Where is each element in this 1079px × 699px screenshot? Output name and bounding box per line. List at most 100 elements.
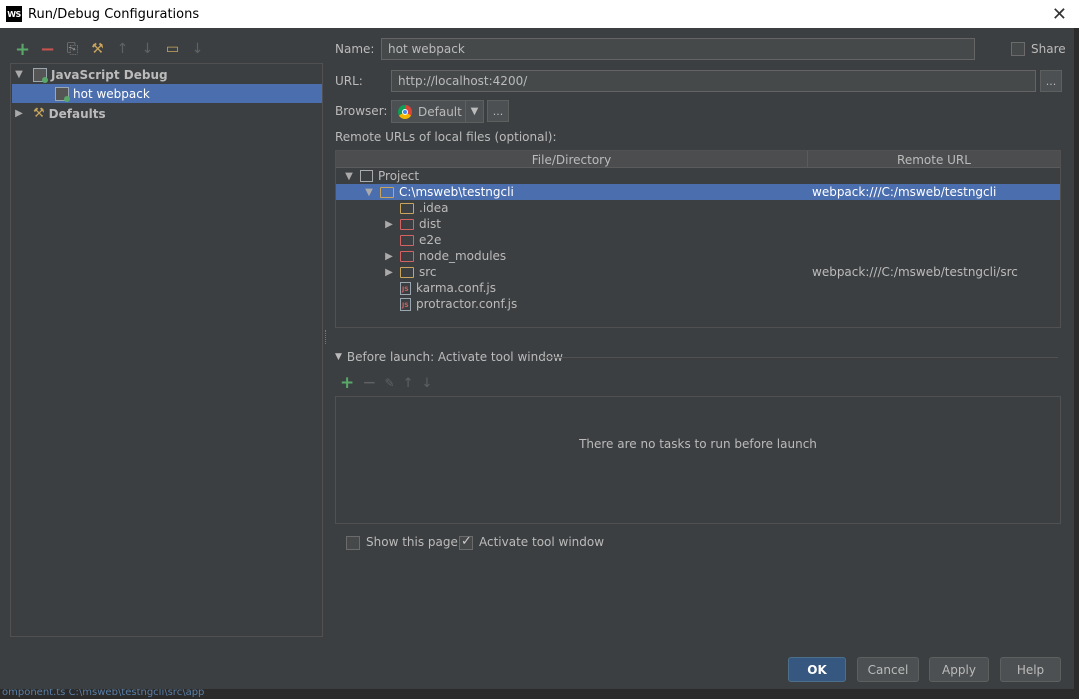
show-page-checkbox[interactable]	[346, 536, 360, 550]
tree-group-javascript-debug[interactable]: ▼ JavaScript Debug	[13, 65, 322, 84]
config-toolbar: + − ⎘ ⚒ ↑ ↓ ▭ ↓	[12, 39, 208, 60]
url-label: URL:	[335, 74, 363, 88]
url-field[interactable]: http://localhost:4200/	[391, 70, 1036, 92]
file-cell: ▼ C:\msweb\testngcli	[362, 184, 514, 200]
column-header-file[interactable]: File/Directory	[336, 151, 808, 168]
js-debug-config-icon	[33, 67, 48, 83]
expand-arrow-icon[interactable]: ▼	[13, 69, 25, 80]
file-cell: protractor.conf.js	[382, 296, 517, 312]
expand-arrow-icon[interactable]: ▶	[382, 219, 396, 230]
add-icon[interactable]: +	[12, 39, 33, 60]
add-task-icon[interactable]: +	[340, 373, 354, 393]
divider	[540, 357, 1058, 358]
sort-icon[interactable]: ↓	[187, 40, 208, 58]
background-strip	[1074, 28, 1079, 699]
folder-icon[interactable]: ▭	[162, 40, 183, 58]
table-row[interactable]: ▼ Project	[336, 168, 1060, 184]
edit-defaults-icon[interactable]: ⚒	[87, 40, 108, 58]
tree-group-label: JavaScript Debug	[51, 67, 168, 82]
remove-icon[interactable]: −	[37, 39, 58, 60]
file-name: .idea	[419, 201, 449, 215]
chevron-down-icon[interactable]: ▼	[465, 101, 483, 122]
before-launch-task-list[interactable]: There are no tasks to run before launch	[335, 396, 1061, 524]
folder-icon	[400, 266, 414, 278]
background-statusbar: omponent.ts C:\msweb\testngcli\src\app	[0, 689, 1079, 699]
expand-arrow-icon[interactable]: ▼	[342, 171, 356, 182]
file-cell: ▶ node_modules	[382, 248, 506, 264]
remote-urls-label: Remote URLs of local files (optional):	[335, 130, 557, 144]
file-cell: e2e	[382, 232, 441, 248]
apply-button[interactable]: Apply	[929, 657, 989, 682]
ok-button[interactable]: OK	[788, 657, 846, 682]
share-checkbox[interactable]	[1011, 42, 1025, 56]
tree-group-defaults[interactable]: ▶ ⚒ Defaults	[13, 104, 322, 123]
chrome-icon	[398, 104, 412, 119]
expand-arrow-icon[interactable]: ▶	[13, 108, 25, 119]
browser-more-button[interactable]: ...	[487, 100, 509, 122]
file-cell: ▶ dist	[382, 216, 441, 232]
file-cell: karma.conf.js	[382, 280, 496, 296]
name-label: Name:	[335, 42, 375, 56]
table-row[interactable]: ▶ src webpack:///C:/msweb/testngcli/src	[336, 264, 1060, 280]
url-browse-button[interactable]: ...	[1040, 70, 1062, 92]
before-launch-toolbar: + − ✎ ↑ ↓	[340, 373, 432, 393]
expand-arrow-icon[interactable]: ▶	[382, 251, 396, 262]
file-name: C:\msweb\testngcli	[399, 185, 514, 199]
table-row[interactable]: karma.conf.js	[336, 280, 1060, 296]
splitter-handle[interactable]	[325, 330, 328, 344]
file-cell: .idea	[382, 200, 449, 216]
js-file-icon	[400, 281, 411, 295]
share-label: Share	[1031, 42, 1066, 56]
remote-url-cell[interactable]: webpack:///C:/msweb/testngcli/src	[812, 265, 1018, 279]
window-title: Run/Debug Configurations	[28, 6, 200, 22]
table-row[interactable]: e2e	[336, 232, 1060, 248]
file-name: karma.conf.js	[416, 281, 496, 295]
column-header-remote[interactable]: Remote URL	[808, 151, 1060, 168]
tree-item-label: hot webpack	[73, 86, 150, 101]
browser-label: Browser:	[335, 104, 388, 118]
folder-icon	[380, 186, 394, 198]
move-task-up-icon[interactable]: ↑	[403, 376, 414, 391]
table-row[interactable]: ▼ C:\msweb\testngcli webpack:///C:/msweb/t…	[336, 184, 1060, 200]
config-tree[interactable]: ▼ JavaScript Debug hot webpack ▶ ⚒ Defau…	[10, 63, 323, 637]
before-launch-header[interactable]: ▼ Before launch: Activate tool window	[335, 350, 563, 364]
copy-icon[interactable]: ⎘	[62, 40, 83, 58]
table-row[interactable]: protractor.conf.js	[336, 296, 1060, 312]
move-up-icon[interactable]: ↑	[112, 40, 133, 58]
file-name: Project	[378, 169, 420, 183]
help-button[interactable]: Help	[1000, 657, 1061, 682]
statusbar-text: omponent.ts C:\msweb\testngcli\src\app	[2, 689, 205, 698]
move-task-down-icon[interactable]: ↓	[421, 376, 432, 391]
tree-group-label: Defaults	[48, 106, 106, 121]
table-row[interactable]: .idea	[336, 200, 1060, 216]
activate-tool-window-checkbox[interactable]	[459, 534, 473, 550]
excluded-folder-icon	[400, 218, 414, 230]
remove-task-icon[interactable]: −	[362, 373, 376, 393]
js-file-icon	[400, 297, 411, 311]
tree-item-hot-webpack[interactable]: hot webpack	[12, 84, 322, 103]
edit-task-icon[interactable]: ✎	[385, 376, 395, 390]
show-page-label: Show this page	[366, 535, 458, 549]
table-row[interactable]: ▶ node_modules	[336, 248, 1060, 264]
file-name: src	[419, 265, 437, 279]
remote-url-cell[interactable]: webpack:///C:/msweb/testngcli	[812, 185, 996, 199]
expand-arrow-icon[interactable]: ▶	[382, 267, 396, 278]
table-header: File/Directory Remote URL	[336, 151, 1060, 168]
table-row[interactable]: ▶ dist	[336, 216, 1060, 232]
empty-tasks-message: There are no tasks to run before launch	[579, 437, 817, 451]
file-name: node_modules	[419, 249, 507, 263]
activate-tool-window-label: Activate tool window	[479, 535, 605, 549]
title-bar: WS Run/Debug Configurations ✕	[0, 0, 1079, 28]
browser-select[interactable]: Default ▼	[391, 100, 484, 123]
remote-url-table[interactable]: File/Directory Remote URL ▼ Project ▼ C:\ms…	[335, 150, 1061, 328]
browser-select-value: Default	[418, 104, 462, 119]
name-field[interactable]: hot webpack	[381, 38, 975, 60]
before-launch-title: Before launch: Activate tool window	[346, 350, 563, 364]
move-down-icon[interactable]: ↓	[137, 40, 158, 58]
file-cell: ▼ Project	[342, 168, 419, 184]
close-icon[interactable]: ✕	[1052, 4, 1067, 25]
file-cell: ▶ src	[382, 264, 437, 280]
collapse-arrow-icon[interactable]: ▼	[335, 352, 342, 362]
expand-arrow-icon[interactable]: ▼	[362, 187, 376, 198]
cancel-button[interactable]: Cancel	[857, 657, 919, 682]
